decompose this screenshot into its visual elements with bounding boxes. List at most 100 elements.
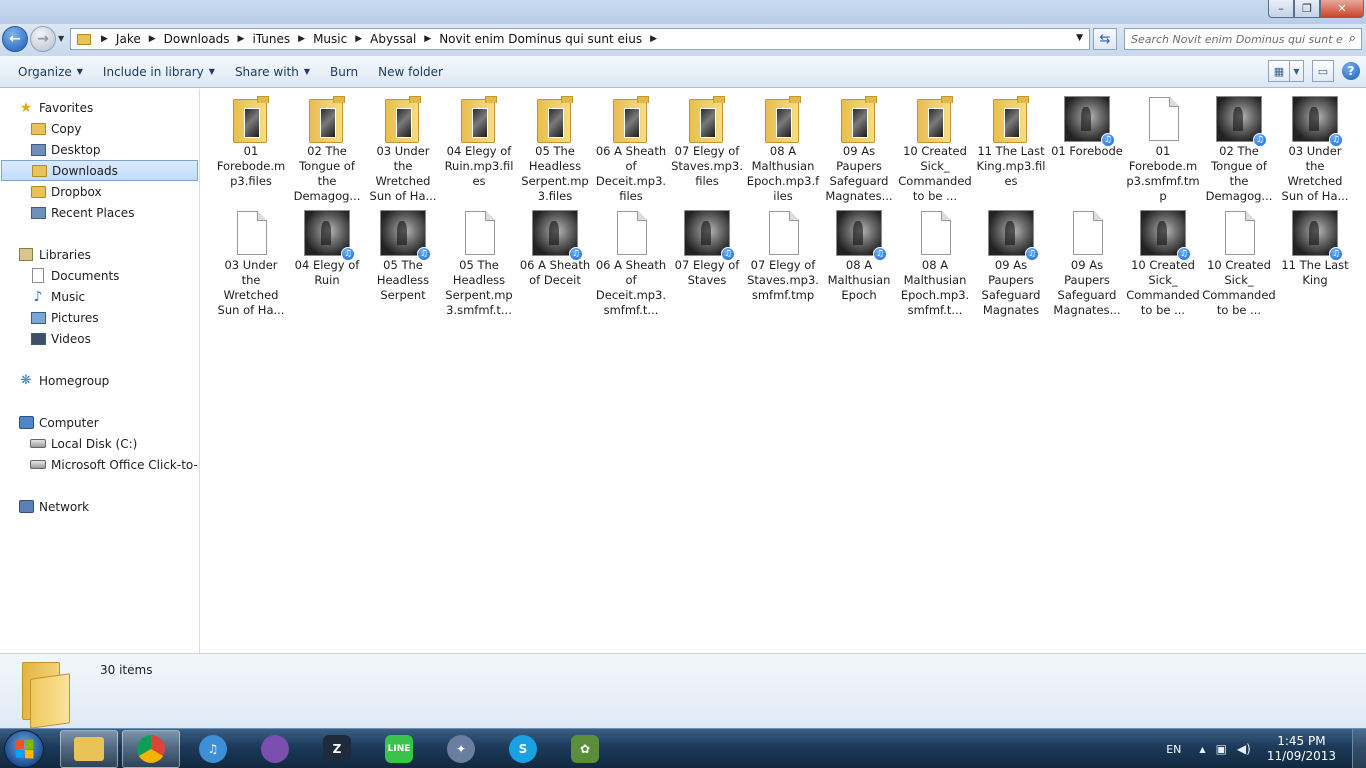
chevron-right-icon[interactable]: ▶ bbox=[145, 34, 160, 44]
breadcrumb-itunes[interactable]: iTunes bbox=[248, 32, 294, 46]
taskbar-explorer-button[interactable] bbox=[60, 730, 118, 768]
chevron-right-icon[interactable]: ▶ bbox=[646, 34, 661, 44]
folder-item[interactable]: 09 As Paupers Safeguard Magnates... bbox=[821, 89, 897, 204]
chevron-right-icon[interactable]: ▶ bbox=[234, 34, 249, 44]
address-bar[interactable]: ▶ Jake ▶ Downloads ▶ iTunes ▶ Music ▶ Ab… bbox=[70, 28, 1090, 50]
nav-dropbox[interactable]: Dropbox bbox=[0, 181, 199, 202]
file-item[interactable]: 08 A Malthusian Epoch.mp3.smfmf.t... bbox=[897, 203, 973, 318]
folder-item[interactable]: 06 A Sheath of Deceit.mp3.files bbox=[593, 89, 669, 204]
file-item[interactable]: 03 Under the Wretched Sun of Ha... bbox=[213, 203, 289, 318]
burn-button[interactable]: Burn bbox=[320, 56, 368, 88]
nav-recent-places[interactable]: Recent Places bbox=[0, 202, 199, 223]
video-film-icon bbox=[30, 331, 46, 347]
folder-item[interactable]: 10 Created Sick_ Commanded to be ... bbox=[897, 89, 973, 204]
nav-favorites[interactable]: ★ Favorites bbox=[18, 97, 199, 118]
folder-item[interactable]: 02 The Tongue of the Demagog... bbox=[289, 89, 365, 204]
nav-libraries[interactable]: Libraries bbox=[0, 244, 199, 265]
folder-item[interactable]: 01 Forebode.mp3.files bbox=[213, 89, 289, 189]
audio-file-item[interactable]: ♫ 04 Elegy of Ruin bbox=[289, 203, 365, 288]
file-item[interactable]: 10 Created Sick_ Commanded to be ... bbox=[1201, 203, 1277, 318]
show-hidden-icons-icon[interactable]: ▲ bbox=[1199, 745, 1205, 754]
file-item[interactable]: 09 As Paupers Safeguard Magnates... bbox=[1049, 203, 1125, 318]
show-desktop-button[interactable] bbox=[1352, 729, 1366, 768]
minimize-button[interactable]: – bbox=[1268, 0, 1294, 18]
nav-videos[interactable]: Videos bbox=[0, 328, 199, 349]
audio-file-item[interactable]: ♫ 10 Created Sick_ Commanded to be ... bbox=[1125, 203, 1201, 318]
nav-downloads[interactable]: Downloads bbox=[1, 160, 198, 181]
search-input[interactable] bbox=[1131, 32, 1343, 46]
folder-item[interactable]: 08 A Malthusian Epoch.mp3.files bbox=[745, 89, 821, 204]
network-status-icon[interactable]: ▣ bbox=[1216, 742, 1227, 756]
taskbar-bittorrent-button[interactable] bbox=[246, 730, 304, 768]
nav-documents[interactable]: Documents bbox=[0, 265, 199, 286]
breadcrumb-jake[interactable]: Jake bbox=[112, 32, 145, 46]
search-icon[interactable]: ⌕ bbox=[1349, 31, 1356, 46]
taskbar-satellite-button[interactable]: ✦ bbox=[432, 730, 490, 768]
audio-file-item[interactable]: ♫ 02 The Tongue of the Demagog... bbox=[1201, 89, 1277, 204]
taskbar-z-app-button[interactable]: Z bbox=[308, 730, 366, 768]
folder-item[interactable]: 07 Elegy of Staves.mp3.files bbox=[669, 89, 745, 189]
itunes-badge-icon: ♫ bbox=[1101, 133, 1115, 147]
nav-network[interactable]: Network bbox=[0, 496, 199, 517]
file-item[interactable]: 07 Elegy of Staves.mp3.smfmf.tmp bbox=[745, 203, 821, 303]
nav-computer[interactable]: Computer bbox=[0, 412, 199, 433]
folder-item[interactable]: 11 The Last King.mp3.files bbox=[973, 89, 1049, 189]
nav-pictures[interactable]: Pictures bbox=[0, 307, 199, 328]
folder-item[interactable]: 05 The Headless Serpent.mp3.files bbox=[517, 89, 593, 204]
taskbar-evernote-button[interactable]: ✿ bbox=[556, 730, 614, 768]
audio-file-item[interactable]: ♫ 07 Elegy of Staves bbox=[669, 203, 745, 288]
nav-local-disk[interactable]: Local Disk (C:) bbox=[0, 433, 199, 454]
organize-menu[interactable]: Organize ▼ bbox=[0, 56, 93, 88]
maximize-button[interactable]: ❐ bbox=[1294, 0, 1320, 18]
back-button[interactable]: ← bbox=[2, 26, 28, 52]
taskbar-line-button[interactable]: LINE bbox=[370, 730, 428, 768]
address-dropdown-icon[interactable]: ▼ bbox=[1076, 33, 1083, 43]
close-button[interactable]: ✕ bbox=[1320, 0, 1364, 18]
chevron-right-icon[interactable]: ▶ bbox=[294, 34, 309, 44]
volume-icon[interactable]: ◀) bbox=[1237, 742, 1251, 756]
search-box[interactable]: ⌕ bbox=[1124, 28, 1362, 50]
file-item[interactable]: 05 The Headless Serpent.mp3.smfmf.t... bbox=[441, 203, 517, 318]
start-button[interactable] bbox=[4, 730, 44, 768]
share-with-menu[interactable]: Share with ▼ bbox=[225, 56, 320, 88]
folder-item[interactable]: 04 Elegy of Ruin.mp3.files bbox=[441, 89, 517, 189]
new-folder-button[interactable]: New folder bbox=[368, 56, 453, 88]
chevron-right-icon[interactable]: ▶ bbox=[351, 34, 366, 44]
audio-file-item[interactable]: ♫ 08 A Malthusian Epoch bbox=[821, 203, 897, 303]
audio-file-item[interactable]: ♫ 06 A Sheath of Deceit bbox=[517, 203, 593, 288]
audio-file-item[interactable]: ♫ 05 The Headless Serpent bbox=[365, 203, 441, 303]
nav-desktop[interactable]: Desktop bbox=[0, 139, 199, 160]
change-view-button[interactable]: ▦ bbox=[1268, 60, 1290, 82]
folder-item[interactable]: 03 Under the Wretched Sun of Ha... bbox=[365, 89, 441, 204]
refresh-button[interactable]: ⇆ bbox=[1093, 28, 1117, 50]
chevron-right-icon[interactable]: ▶ bbox=[420, 34, 435, 44]
nav-homegroup[interactable]: ❋ Homegroup bbox=[0, 370, 199, 391]
clock[interactable]: 1:45 PM 11/09/2013 bbox=[1267, 734, 1336, 764]
file-item[interactable]: 01 Forebode.mp3.smfmf.tmp bbox=[1125, 89, 1201, 204]
file-name: 04 Elegy of Ruin bbox=[294, 258, 360, 287]
audio-file-item[interactable]: ♫ 11 The Last King bbox=[1277, 203, 1353, 288]
breadcrumb-current-folder[interactable]: Novit enim Dominus qui sunt eius bbox=[435, 32, 646, 46]
audio-file-item[interactable]: ♫ 01 Forebode bbox=[1049, 89, 1125, 159]
audio-file-item[interactable]: ♫ 09 As Paupers Safeguard Magnates bbox=[973, 203, 1049, 318]
breadcrumb-abyssal[interactable]: Abyssal bbox=[366, 32, 420, 46]
taskbar-itunes-button[interactable]: ♫ bbox=[184, 730, 242, 768]
taskbar-chrome-button[interactable] bbox=[122, 730, 180, 768]
breadcrumb-music[interactable]: Music bbox=[309, 32, 351, 46]
file-item[interactable]: 06 A Sheath of Deceit.mp3.smfmf.t... bbox=[593, 203, 669, 318]
help-button[interactable]: ? bbox=[1342, 62, 1360, 80]
audio-file-item[interactable]: ♫ 03 Under the Wretched Sun of Ha... bbox=[1277, 89, 1353, 204]
include-in-library-menu[interactable]: Include in library ▼ bbox=[93, 56, 225, 88]
taskbar-skype-button[interactable]: S bbox=[494, 730, 552, 768]
nav-copy[interactable]: Copy bbox=[0, 118, 199, 139]
view-options-dropdown[interactable]: ▼ bbox=[1290, 60, 1304, 82]
recent-pages-dropdown[interactable]: ▼ bbox=[58, 34, 64, 43]
language-indicator[interactable]: EN bbox=[1166, 743, 1181, 756]
album-art-icon: ♫ bbox=[379, 209, 431, 261]
preview-pane-button[interactable]: ▭ bbox=[1312, 60, 1334, 82]
breadcrumb-downloads[interactable]: Downloads bbox=[160, 32, 234, 46]
forward-button[interactable]: → bbox=[30, 26, 56, 52]
nav-office-click-to-run[interactable]: Microsoft Office Click-to-Run bbox=[0, 454, 199, 475]
nav-music[interactable]: ♪ Music bbox=[0, 286, 199, 307]
chevron-right-icon[interactable]: ▶ bbox=[97, 34, 112, 44]
